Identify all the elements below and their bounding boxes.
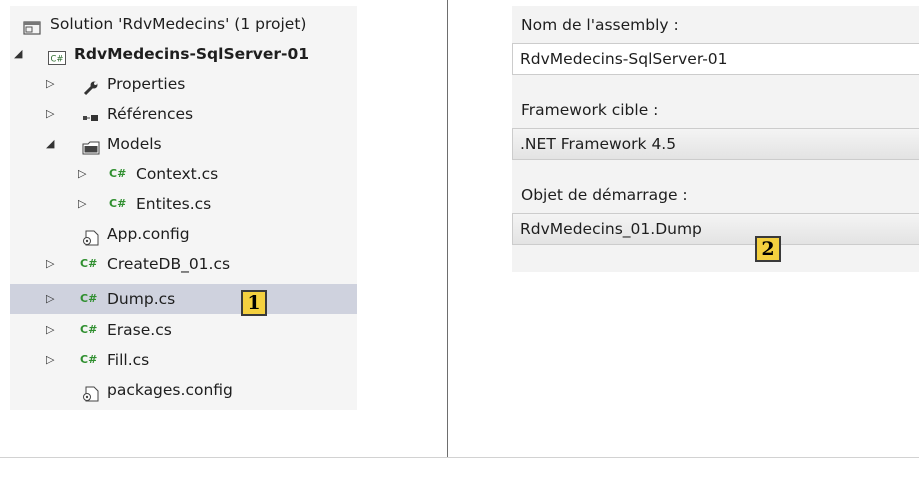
tree-item-references[interactable]: ▷ Références — [10, 99, 357, 129]
solution-icon — [23, 16, 41, 35]
references-icon — [82, 106, 100, 122]
expand-arrow-icon[interactable]: ▷ — [46, 69, 54, 99]
csharp-file-icon: C# — [109, 167, 127, 180]
tree-item-label: Erase.cs — [107, 321, 172, 339]
tree-item-label: Solution 'RdvMedecins' (1 projet) — [50, 15, 307, 33]
startup-object-label: Objet de démarrage : — [521, 186, 688, 204]
assembly-name-field[interactable]: RdvMedecins-SqlServer-01 — [512, 43, 919, 75]
tree-item-entites-cs[interactable]: ▷ C# Entites.cs — [10, 189, 357, 219]
vertical-divider — [447, 0, 448, 458]
collapse-arrow-icon[interactable]: ◢ — [46, 129, 54, 159]
tree-item-project[interactable]: ◢ C# RdvMedecins-SqlServer-01 — [10, 39, 357, 69]
expand-arrow-icon[interactable]: ▷ — [46, 345, 54, 375]
project-properties-panel: Nom de l'assembly : RdvMedecins-SqlServe… — [512, 6, 919, 272]
tree-item-context-cs[interactable]: ▷ C# Context.cs — [10, 159, 357, 189]
csharp-file-icon: C# — [80, 257, 98, 270]
expand-arrow-icon[interactable]: ▷ — [46, 249, 54, 279]
tree-item-label: Dump.cs — [107, 290, 176, 308]
solution-explorer-panel: Solution 'RdvMedecins' (1 projet) ◢ C# R… — [10, 6, 357, 410]
tree-item-dump-cs[interactable]: ▷ C# Dump.cs — [10, 284, 357, 314]
csharp-file-icon: C# — [109, 197, 127, 210]
callout-badge-2: 2 — [755, 236, 781, 262]
tree-item-label: CreateDB_01.cs — [107, 255, 231, 273]
tree-item-label: App.config — [107, 225, 190, 243]
folder-icon — [82, 136, 100, 155]
callout-badge-1: 1 — [241, 290, 267, 316]
tree-item-label: Models — [107, 135, 162, 153]
csharp-project-icon: C# — [48, 46, 66, 65]
wrench-icon — [82, 76, 100, 96]
tree-item-fill-cs[interactable]: ▷ C# Fill.cs — [10, 345, 357, 375]
tree-item-solution[interactable]: Solution 'RdvMedecins' (1 projet) — [10, 9, 357, 39]
csharp-file-icon: C# — [80, 292, 98, 305]
collapse-arrow-icon[interactable]: ◢ — [14, 39, 22, 69]
tree-item-packages-config[interactable]: packages.config — [10, 375, 357, 405]
tree-item-app-config[interactable]: App.config — [10, 219, 357, 249]
tree-item-properties[interactable]: ▷ Properties — [10, 69, 357, 99]
expand-arrow-icon[interactable]: ▷ — [78, 159, 86, 189]
target-framework-select[interactable]: .NET Framework 4.5 — [512, 128, 919, 160]
tree-item-createdb-cs[interactable]: ▷ C# CreateDB_01.cs — [10, 249, 357, 279]
assembly-name-label: Nom de l'assembly : — [521, 16, 679, 34]
config-file-icon — [82, 226, 100, 246]
csharp-file-icon: C# — [80, 323, 98, 336]
expand-arrow-icon[interactable]: ▷ — [46, 315, 54, 345]
expand-arrow-icon[interactable]: ▷ — [46, 99, 54, 129]
tree-item-erase-cs[interactable]: ▷ C# Erase.cs — [10, 315, 357, 345]
startup-object-select[interactable]: RdvMedecins_01.Dump — [512, 213, 919, 245]
tree-item-label: RdvMedecins-SqlServer-01 — [74, 45, 310, 63]
tree-item-label: Entites.cs — [136, 195, 212, 213]
tree-item-label: Fill.cs — [107, 351, 150, 369]
config-file-icon — [82, 382, 100, 402]
tree-item-label: Context.cs — [136, 165, 219, 183]
tree-item-label: Properties — [107, 75, 186, 93]
horizontal-divider — [0, 457, 919, 458]
expand-arrow-icon[interactable]: ▷ — [78, 189, 86, 219]
expand-arrow-icon[interactable]: ▷ — [46, 284, 54, 314]
target-framework-label: Framework cible : — [521, 101, 659, 119]
csharp-file-icon: C# — [80, 353, 98, 366]
tree-item-models[interactable]: ◢ Models — [10, 129, 357, 159]
tree-item-label: Références — [107, 105, 194, 123]
svg-text:C#: C# — [50, 55, 63, 65]
tree-item-label: packages.config — [107, 381, 233, 399]
